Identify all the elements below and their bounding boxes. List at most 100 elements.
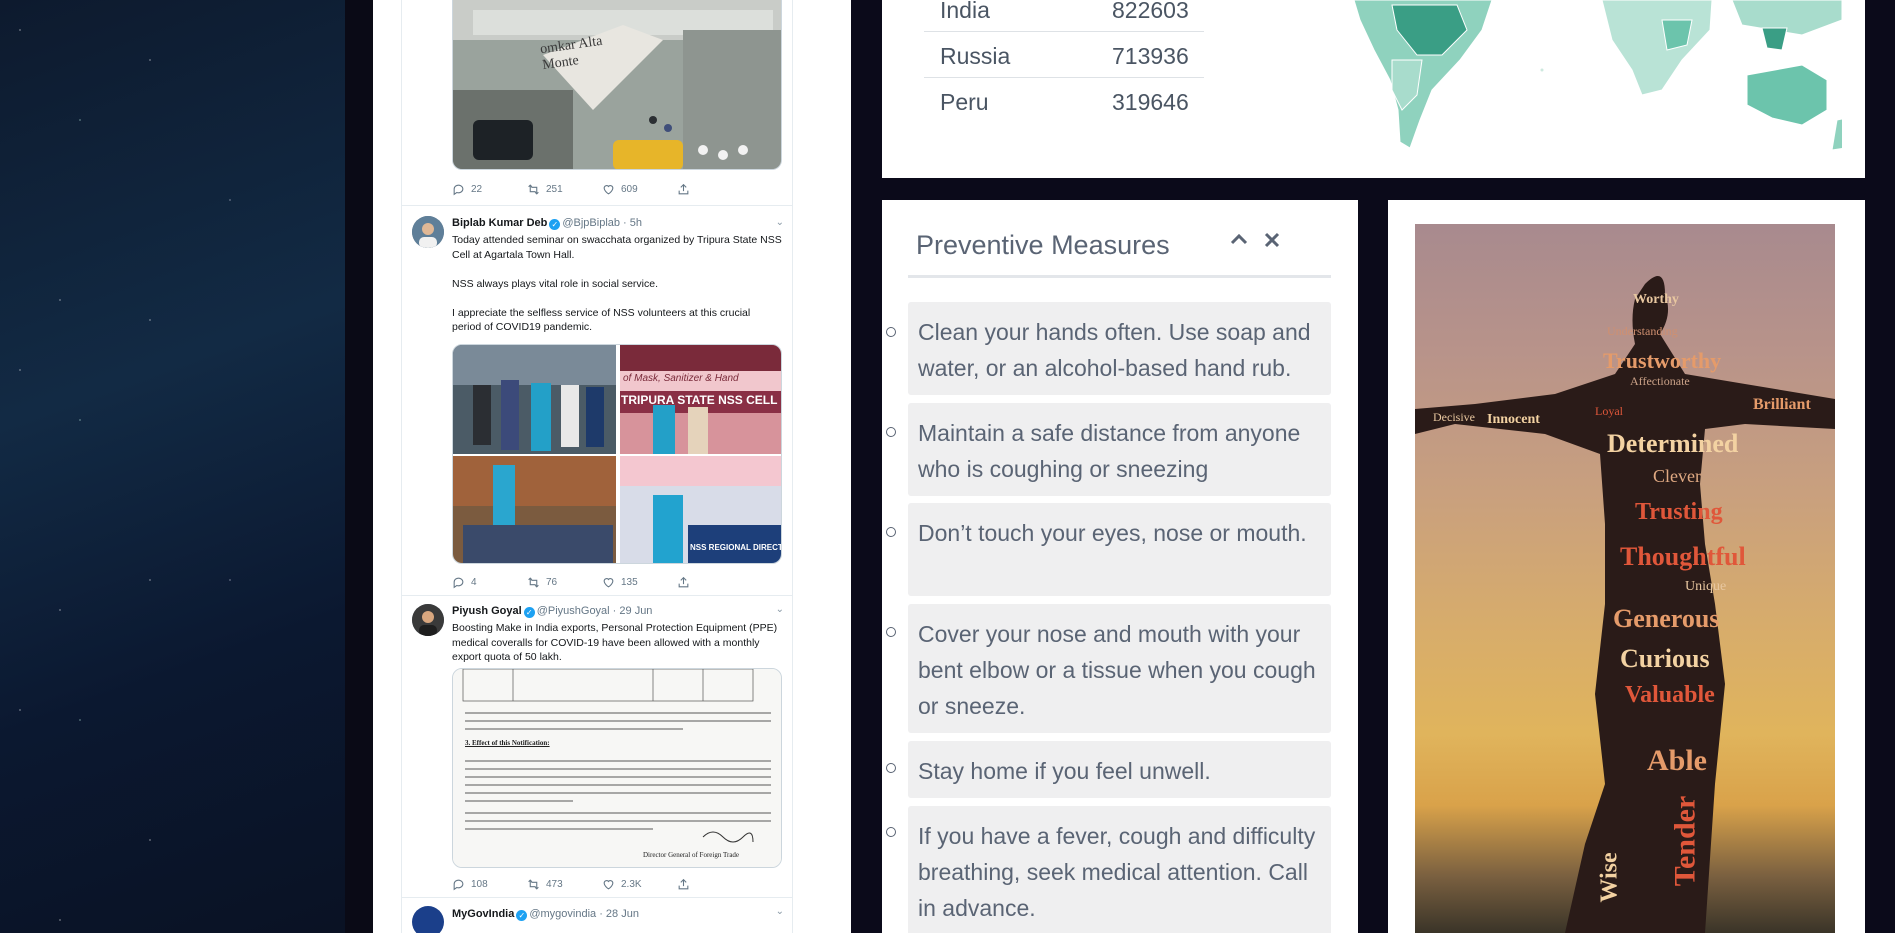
cloud-word: Unique	[1685, 579, 1727, 594]
author-handle[interactable]: @mygovindia · 28 Jun	[529, 908, 639, 920]
document-footer: Director General of Foreign Trade	[643, 851, 740, 859]
collapse-button-icon	[1230, 233, 1248, 245]
avatar[interactable]	[412, 906, 444, 933]
like-count: 135	[621, 576, 638, 588]
like-count: 2.3K	[621, 878, 642, 890]
tweet-actions: 108 473 2.3K	[452, 876, 752, 892]
author-name[interactable]: Piyush Goyal	[452, 605, 522, 617]
twitter-feed[interactable]: omkar Alta Monte 22 251 609 Biplab Kumar…	[401, 0, 793, 933]
measure-item: If you have a fever, cough and difficult…	[908, 806, 1331, 933]
close-icon[interactable]	[1262, 230, 1282, 256]
media-label-nss: TRIPURA STATE NSS CELL	[621, 393, 778, 407]
cloud-word: Trustworthy	[1603, 348, 1722, 373]
share-icon	[678, 878, 689, 889]
cloud-word: Thoughtful	[1620, 542, 1746, 571]
title-divider	[908, 275, 1331, 278]
heart-icon	[603, 184, 614, 194]
share-icon	[678, 183, 689, 194]
reply-button[interactable]: 22	[452, 181, 527, 197]
like-button[interactable]: 2.3K	[602, 876, 677, 892]
cloud-word: Generous	[1613, 604, 1720, 633]
share-button[interactable]	[677, 181, 752, 197]
reply-button[interactable]: 108	[452, 876, 527, 892]
share-button[interactable]	[677, 876, 752, 892]
cloud-word: Worthy	[1633, 292, 1679, 307]
cloud-word: Innocent	[1487, 412, 1540, 427]
cloud-word: Understanding	[1607, 324, 1678, 338]
starry-background	[0, 0, 345, 933]
reply-icon	[453, 184, 464, 195]
avatar-image	[412, 604, 444, 636]
reply-icon	[453, 577, 464, 588]
notification-document	[453, 669, 781, 867]
measure-item: Don’t touch your eyes, nose or mouth.	[908, 503, 1331, 596]
tweet-media[interactable]: omkar Alta Monte	[452, 0, 782, 170]
avatar[interactable]	[412, 604, 444, 636]
tweet-header: Piyush Goyal ✓ @PiyushGoyal · 29 Jun	[452, 605, 652, 618]
avatar[interactable]	[412, 216, 444, 248]
retweet-count: 251	[546, 183, 563, 195]
tweet-biplab[interactable]: Biplab Kumar Deb ✓ @BjpBiplab · 5h ⌄ Today…	[402, 206, 792, 596]
cloud-word: Decisive	[1433, 410, 1475, 424]
author-handle[interactable]: @PiyushGoyal · 29 Jun	[537, 605, 653, 617]
author-name[interactable]: MyGovIndia	[452, 908, 514, 920]
tweet-media[interactable]: 3. Effect of this Notification: Director…	[452, 668, 782, 868]
tweet-media[interactable]: TRIPURA STATE NSS CELL of Mask, Sanitize…	[452, 344, 782, 564]
cloud-word: Affectionate	[1630, 374, 1690, 388]
like-button[interactable]: 135	[602, 574, 677, 590]
building-photo	[453, 0, 781, 169]
world-map	[1353, 0, 1842, 151]
country-name: India	[940, 0, 990, 23]
measure-item: Clean your hands often. Use soap and wat…	[908, 302, 1331, 395]
tweet-mygov[interactable]: MyGovIndia ✓ @mygovindia · 28 Jun ⌄	[402, 898, 792, 933]
chevron-down-icon[interactable]: ⌄	[776, 604, 784, 615]
country-cases: 713936	[1112, 43, 1189, 69]
word-cloud-silhouette-image: Worthy Understanding Trustworthy Affecti…	[1415, 224, 1835, 933]
tweet-piyush[interactable]: Piyush Goyal ✓ @PiyushGoyal · 29 Jun ⌄ Boo…	[402, 596, 792, 898]
measure-item: Cover your nose and mouth with your bent…	[908, 604, 1331, 733]
retweet-count: 473	[546, 878, 563, 890]
cloud-word: Wise	[1596, 852, 1623, 903]
share-icon	[678, 576, 689, 587]
cloud-word: Valuable	[1625, 682, 1715, 708]
country-cases-card: India 822603 Russia 713936 Peru 319646	[882, 0, 1865, 178]
bullet-icon	[886, 327, 896, 337]
author-name[interactable]: Biplab Kumar Deb	[452, 217, 547, 229]
cloud-word: Tender	[1668, 795, 1702, 887]
tweet-header: Biplab Kumar Deb ✓ @BjpBiplab · 5h	[452, 217, 642, 230]
verified-icon: ✓	[549, 219, 561, 230]
author-handle[interactable]: @BjpBiplab · 5h	[562, 217, 642, 229]
country-name: Russia	[940, 43, 1011, 69]
retweet-count: 76	[546, 576, 558, 588]
country-cases: 319646	[1112, 89, 1189, 115]
reply-count: 108	[471, 878, 488, 890]
retweet-button[interactable]: 473	[527, 876, 602, 892]
country-name: Peru	[940, 89, 989, 115]
retweet-icon	[528, 183, 539, 195]
chevron-up-icon[interactable]	[1229, 230, 1249, 256]
retweet-button[interactable]: 76	[527, 574, 602, 590]
bullet-icon	[886, 427, 896, 437]
verified-icon: ✓	[523, 607, 535, 618]
close-button-icon	[1264, 232, 1280, 248]
chevron-down-icon[interactable]: ⌄	[776, 906, 784, 917]
measure-item: Stay home if you feel unwell.	[908, 741, 1331, 798]
share-button[interactable]	[677, 574, 752, 590]
country-cases: 822603	[1112, 0, 1189, 23]
avatar-image	[412, 216, 444, 248]
cloud-word: Curious	[1620, 644, 1710, 673]
like-count: 609	[621, 183, 638, 195]
chevron-down-icon[interactable]: ⌄	[776, 217, 784, 228]
media-label-directorate: NSS REGIONAL DIRECTORA	[690, 543, 782, 552]
heart-icon	[603, 879, 614, 889]
bullet-icon	[886, 527, 896, 537]
like-button[interactable]: 609	[602, 181, 677, 197]
document-heading: 3. Effect of this Notification:	[465, 739, 550, 747]
retweet-button[interactable]: 251	[527, 181, 602, 197]
tweet-text: Boosting Make in India exports, Personal…	[452, 622, 778, 663]
tweet-actions: 4 76 135	[452, 574, 752, 590]
tweet-header: MyGovIndia ✓ @mygovindia · 28 Jun	[452, 908, 639, 921]
cloud-word: Loyal	[1595, 404, 1623, 418]
reply-button[interactable]: 4	[452, 574, 527, 590]
retweet-icon	[528, 878, 539, 890]
